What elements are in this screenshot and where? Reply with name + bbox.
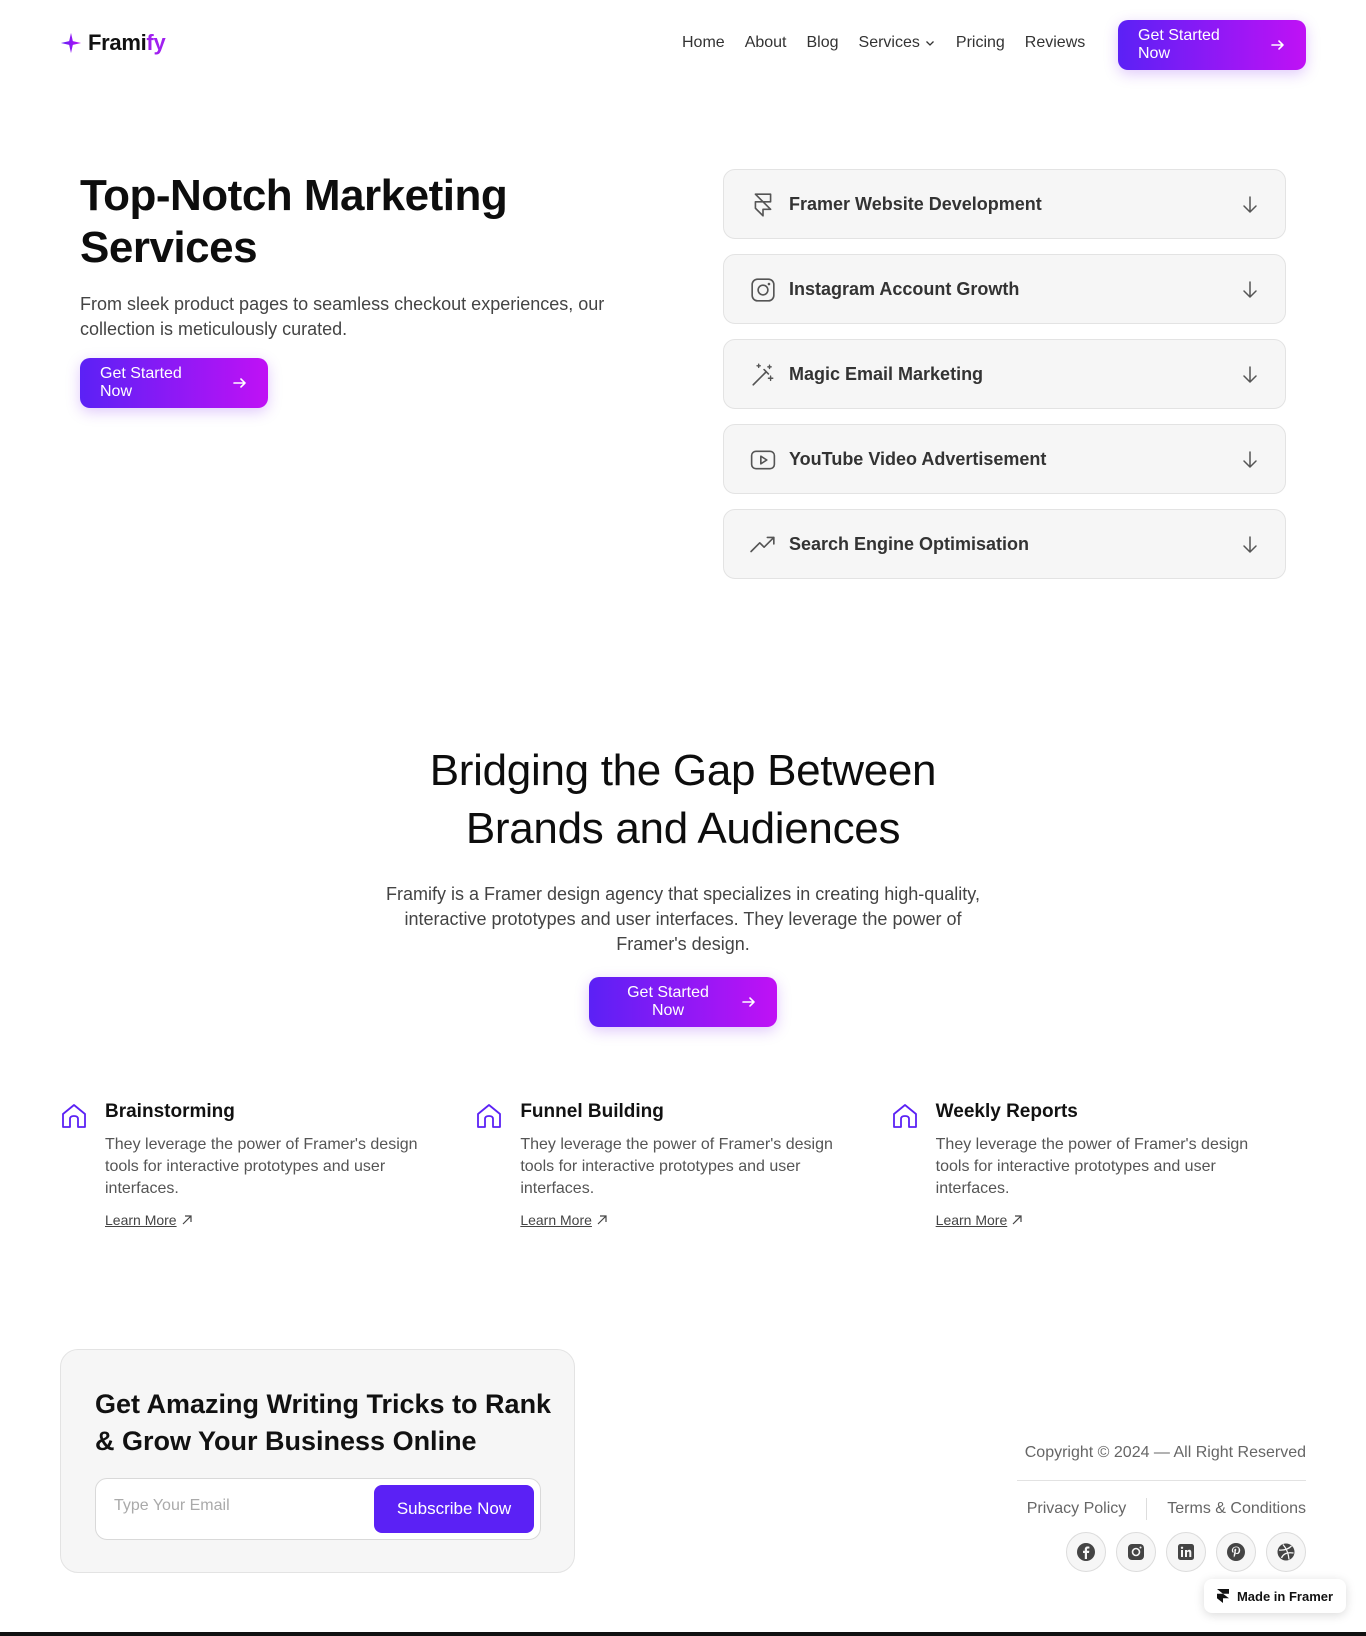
trending-up-icon	[750, 536, 775, 553]
arrow-right-icon	[742, 997, 755, 1007]
hero-get-started-button[interactable]: Get Started Now	[80, 358, 268, 408]
about-title: Bridging the Gap Between Brands and Audi…	[0, 742, 1366, 858]
accordion-label: Magic Email Marketing	[789, 363, 984, 384]
linkedin-icon	[1178, 1544, 1194, 1560]
learn-more-label: Learn More	[105, 1212, 177, 1228]
accordion-item-framer-website[interactable]: Framer Website Development	[723, 169, 1286, 239]
feature-title: Funnel Building	[520, 1101, 664, 1122]
newsletter-title: Get Amazing Writing Tricks to Rank & Gro…	[95, 1389, 552, 1456]
feature-description: They leverage the power of Framer's desi…	[520, 1136, 833, 1197]
chevron-down-icon	[925, 41, 934, 46]
hero-title: Top-Notch Marketing Services	[80, 171, 508, 272]
facebook-icon	[1077, 1543, 1095, 1561]
accordion-label: Framer Website Development	[789, 193, 1042, 214]
learn-more-link[interactable]: Learn More	[105, 1212, 193, 1228]
feature-description: They leverage the power of Framer's desi…	[935, 1136, 1249, 1197]
nav-link-reviews[interactable]: Reviews	[1025, 34, 1085, 52]
features-row: Brainstorming They leverage the power of…	[60, 1098, 1306, 1230]
instagram-icon	[1128, 1544, 1144, 1560]
arrow-up-right-icon	[1012, 1215, 1022, 1225]
newsletter-card: Get Amazing Writing Tricks to Rank & Gro…	[60, 1349, 575, 1573]
accordion-item-youtube-ads[interactable]: YouTube Video Advertisement	[723, 424, 1286, 494]
top-navigation: Framify Home About Blog Services Pricing…	[0, 0, 1366, 92]
learn-more-label: Learn More	[935, 1212, 1008, 1228]
about-title-line-2: Brands and Audiences	[465, 804, 901, 853]
about-title-line-1: Bridging the Gap Between	[429, 746, 937, 795]
brand-logo[interactable]: Framify	[60, 30, 166, 56]
about-get-started-label: Get Started Now	[627, 984, 709, 1019]
learn-more-link[interactable]: Learn More	[936, 1212, 1024, 1228]
learn-more-label: Learn More	[520, 1212, 592, 1228]
about-get-started-button[interactable]: Get Started Now	[589, 977, 777, 1027]
subscribe-button[interactable]: Subscribe Now	[374, 1485, 534, 1533]
accordion-item-instagram-growth[interactable]: Instagram Account Growth	[723, 254, 1286, 324]
header-get-started-label: Get Started Now	[1138, 27, 1220, 62]
newsletter-form: Subscribe Now	[95, 1478, 541, 1540]
services-accordion: Framer Website Development Instagram Acc…	[723, 169, 1286, 594]
feature-title: Brainstorming	[105, 1101, 235, 1122]
nav-link-about[interactable]: About	[745, 34, 787, 52]
linkedin-link[interactable]	[1166, 1532, 1206, 1572]
instagram-link[interactable]	[1116, 1532, 1156, 1572]
about-section: Bridging the Gap Between Brands and Audi…	[0, 742, 1366, 1027]
main-menu: Home About Blog Services Pricing Reviews	[682, 34, 1085, 52]
nav-link-blog[interactable]: Blog	[807, 34, 839, 52]
youtube-icon	[750, 450, 776, 470]
home-icon	[62, 1104, 86, 1128]
nav-link-services[interactable]: Services	[859, 34, 936, 52]
feature-title: Weekly Reports	[935, 1101, 1078, 1122]
accordion-item-email-marketing[interactable]: Magic Email Marketing	[723, 339, 1286, 409]
facebook-link[interactable]	[1066, 1532, 1106, 1572]
arrow-right-icon	[1271, 40, 1284, 50]
arrow-down-icon	[1243, 196, 1257, 213]
nav-link-services-label: Services	[858, 34, 920, 51]
about-subtitle: Framify is a Framer design agency that s…	[386, 884, 980, 954]
nav-link-pricing[interactable]: Pricing	[956, 34, 1005, 52]
arrow-down-icon	[1243, 366, 1257, 383]
brand-name: Framify	[88, 30, 166, 55]
pinterest-link[interactable]	[1216, 1532, 1256, 1572]
accordion-label: Search Engine Optimisation	[789, 533, 1030, 554]
framer-icon	[754, 193, 772, 217]
email-input[interactable]	[114, 1497, 354, 1515]
privacy-policy-link[interactable]: Privacy Policy	[1027, 1500, 1127, 1518]
arrow-right-icon	[233, 378, 246, 388]
sparkle-icon	[60, 32, 82, 54]
dribbble-icon	[1277, 1543, 1295, 1561]
made-in-framer-badge[interactable]: Made in Framer	[1204, 1579, 1346, 1613]
arrow-up-right-icon	[182, 1215, 192, 1225]
arrow-up-right-icon	[597, 1215, 607, 1225]
instagram-icon	[751, 278, 775, 302]
accordion-label: YouTube Video Advertisement	[789, 448, 1047, 469]
hero-get-started-label: Get Started Now	[100, 365, 182, 400]
arrow-down-icon	[1243, 451, 1257, 468]
footer-link-separator	[1146, 1498, 1148, 1520]
copyright-text: Copyright © 2024 — All Right Reserved	[1024, 1444, 1306, 1461]
terms-link[interactable]: Terms & Conditions	[1167, 1500, 1306, 1518]
bottom-edge-bar	[0, 1632, 1366, 1636]
magic-wand-icon	[752, 363, 774, 386]
hero-subtitle: From sleek product pages to seamless che…	[80, 294, 605, 339]
social-links	[1066, 1532, 1306, 1572]
made-in-framer-label: Made in Framer	[1236, 1588, 1334, 1604]
feature-description: They leverage the power of Framer's desi…	[105, 1136, 418, 1197]
home-icon	[892, 1104, 917, 1128]
feature-weekly-reports: Weekly Reports They leverage the power o…	[891, 1098, 1306, 1230]
hero-section: Top-Notch Marketing Services From sleek …	[80, 170, 640, 408]
accordion-label: Instagram Account Growth	[789, 278, 1020, 299]
learn-more-link[interactable]: Learn More	[520, 1212, 608, 1228]
header-get-started-button[interactable]: Get Started Now	[1118, 20, 1306, 70]
footer-divider	[1017, 1480, 1306, 1481]
arrow-down-icon	[1243, 536, 1257, 553]
nav-link-home[interactable]: Home	[682, 34, 725, 52]
footer-links: Privacy Policy Terms & Conditions	[1027, 1498, 1306, 1520]
feature-brainstorming: Brainstorming They leverage the power of…	[60, 1098, 475, 1230]
feature-funnel-building: Funnel Building They leverage the power …	[475, 1098, 890, 1230]
arrow-down-icon	[1243, 281, 1257, 298]
framer-icon	[1216, 1589, 1229, 1603]
home-icon	[477, 1104, 502, 1128]
pinterest-icon	[1227, 1543, 1245, 1561]
dribbble-link[interactable]	[1266, 1532, 1306, 1572]
accordion-item-seo[interactable]: Search Engine Optimisation	[723, 509, 1286, 579]
